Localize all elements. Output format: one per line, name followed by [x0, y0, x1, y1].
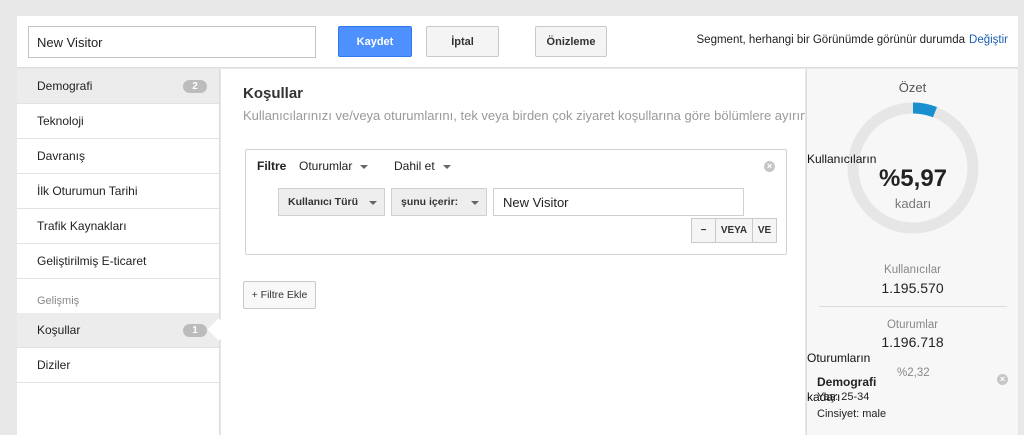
- save-button[interactable]: Kaydet: [338, 26, 412, 57]
- gauge-percent: %5,97: [878, 165, 948, 192]
- scope-dropdown[interactable]: Oturumlar: [299, 159, 369, 173]
- sidebar-item-sequences[interactable]: Diziler: [17, 348, 219, 383]
- include-dropdown-value: Dahil et: [394, 159, 435, 173]
- change-link[interactable]: Değiştir: [969, 34, 1008, 46]
- preview-button[interactable]: Önizleme: [535, 26, 607, 57]
- count-badge: 2: [183, 80, 207, 93]
- sidebar-item-conditions[interactable]: Koşullar 1: [17, 313, 219, 348]
- filter-box: Filtre Oturumlar Dahil et × Kullanıcı Tü…: [245, 149, 787, 255]
- remove-filter-icon[interactable]: ×: [764, 161, 775, 172]
- sidebar-item-first-session-date[interactable]: İlk Oturumun Tarihi: [17, 174, 219, 209]
- page-title: Koşullar: [243, 85, 304, 102]
- count-badge: 1: [183, 324, 207, 337]
- or-button[interactable]: VEYA: [715, 218, 753, 243]
- sessions-overlay-label: Oturumların: [807, 351, 871, 365]
- summary-panel: Özet Kullanıcıların %5,97 kadarı Kullanı…: [806, 69, 1018, 435]
- add-filter-button[interactable]: + Filtre Ekle: [243, 281, 316, 309]
- demographic-gender: Cinsiyet: male: [817, 408, 887, 420]
- divider: [819, 306, 1007, 307]
- sidebar-item-label: Diziler: [37, 358, 71, 372]
- gauge-overlay-label: Kullanıcıların: [807, 152, 877, 166]
- scope-dropdown-value: Oturumlar: [299, 159, 353, 173]
- demographic-title: Demografi: [817, 375, 877, 389]
- remove-demographic-icon[interactable]: ×: [997, 374, 1008, 385]
- remove-condition-button[interactable]: −: [691, 218, 716, 243]
- filter-value-input[interactable]: [493, 188, 744, 216]
- sidebar-item-behavior[interactable]: Davranış: [17, 139, 219, 174]
- users-value: 1.195.570: [881, 280, 944, 296]
- sidebar-item-label: Trafik Kaynakları: [37, 219, 127, 233]
- include-dropdown[interactable]: Dahil et: [394, 159, 451, 173]
- sidebar-item-label: Teknoloji: [37, 114, 84, 128]
- sidebar-item-traffic-sources[interactable]: Trafik Kaynakları: [17, 209, 219, 244]
- chevron-down-icon: [369, 201, 377, 205]
- chevron-down-icon: [442, 164, 451, 169]
- conditions-panel: Koşullar Kullanıcılarınızı ve/veya oturu…: [221, 69, 805, 435]
- sidebar-item-technology[interactable]: Teknoloji: [17, 104, 219, 139]
- cancel-button[interactable]: İptal: [426, 26, 499, 57]
- summary-title: Özet: [898, 80, 927, 95]
- and-button[interactable]: VE: [752, 218, 777, 243]
- filter-label: Filtre: [257, 159, 287, 173]
- sidebar-item-enhanced-ecommerce[interactable]: Geliştirilmiş E-ticaret: [17, 244, 219, 279]
- chevron-down-icon: [360, 164, 369, 169]
- visibility-info: Segment, herhangi bir Görünümde görünür …: [697, 34, 1008, 46]
- sidebar-item-demographics[interactable]: Demografi 2: [17, 69, 219, 104]
- demographic-age: Yaş: 25-34: [817, 391, 870, 403]
- dimension-select-value: Kullanıcı Türü: [288, 196, 359, 208]
- sidebar-item-label: Geliştirilmiş E-ticaret: [37, 254, 147, 268]
- sidebar-section-advanced: Gelişmiş: [37, 295, 80, 307]
- segment-name-input[interactable]: [28, 26, 316, 58]
- sessions-percent: %2,32: [897, 367, 930, 379]
- operator-select-value: şunu içerir:: [401, 196, 459, 208]
- users-label: Kullanıcılar: [884, 264, 941, 276]
- segment-toolbar: Kaydet İptal Önizleme Segment, herhangi …: [17, 16, 1018, 68]
- chevron-down-icon: [471, 201, 479, 205]
- sessions-value: 1.196.718: [881, 334, 944, 350]
- sidebar-item-label: Koşullar: [37, 323, 81, 337]
- page-description: Kullanıcılarınızı ve/veya oturumlarını, …: [243, 108, 805, 123]
- segment-sidebar: Demografi 2 Teknoloji Davranış İlk Oturu…: [17, 69, 220, 435]
- operator-select[interactable]: şunu içerir:: [391, 188, 487, 216]
- gauge-unit: kadarı: [894, 196, 932, 211]
- sidebar-item-label: İlk Oturumun Tarihi: [37, 184, 138, 198]
- sidebar-item-label: Demografi: [37, 79, 93, 93]
- dimension-select[interactable]: Kullanıcı Türü: [278, 188, 385, 216]
- sessions-label: Oturumlar: [886, 319, 939, 331]
- visibility-text: Segment, herhangi bir Görünümde görünür …: [696, 34, 966, 46]
- sidebar-item-label: Davranış: [37, 149, 86, 163]
